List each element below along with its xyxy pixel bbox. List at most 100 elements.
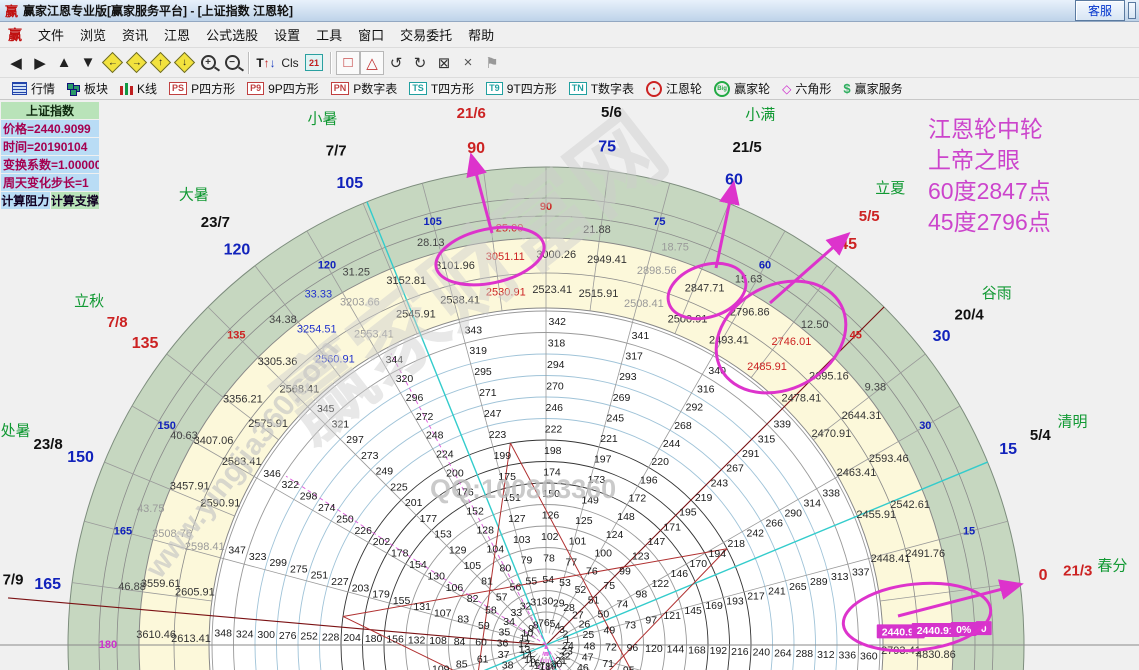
up-icon[interactable]: ▲ [52,51,76,75]
step-down-icon[interactable]: ↓ [172,51,196,75]
ribbon-item-9t-square[interactable]: T99T四方形 [480,80,563,97]
button-计算阻力[interactable]: 计算阻力 [1,192,50,209]
ribbon-item-t-table[interactable]: TNT数字表 [563,80,640,97]
wheel-number: 129 [449,544,467,556]
down-icon[interactable]: ▼ [76,51,100,75]
wheel-number: 103 [513,534,531,546]
rotate-cw-icon[interactable]: ↻ [408,51,432,75]
cls-button[interactable]: Cls [278,51,302,75]
wheel-number: 216 [731,646,749,658]
ribbon-item-hexagon[interactable]: ◇ 六角形 [776,80,837,97]
ribbon-item-quotes[interactable]: 行情 [6,80,61,97]
wheel-number: 84 [454,636,466,648]
gann-wheel-icon: ● [646,81,662,97]
hexagon-label: 六角形 [795,80,831,97]
wheel-number: 337 [852,566,870,578]
rotate-ccw-icon[interactable]: ↺ [384,51,408,75]
percent-label: 18.75 [661,241,689,253]
wheel-number: 97 [645,615,657,627]
menu-窗口[interactable]: 窗口 [350,23,392,46]
outer-price-label: 3610.46 [136,629,176,641]
wheel-number: 178 [391,548,409,560]
back-icon[interactable]: ◀ [4,51,28,75]
panel-row-1: 时间=20190104 [1,138,99,155]
wheel-number: 108 [429,635,447,647]
wheel-number: 36 [497,637,509,649]
flag-tool-icon[interactable]: ⚑ [480,51,504,75]
wheel-number: 251 [311,570,329,582]
outer-price-label: 2491.76 [905,548,945,560]
wheel-number: 80 [500,563,512,575]
menu-资讯[interactable]: 资讯 [114,23,156,46]
wheel-number: 172 [629,493,647,505]
menu-文件[interactable]: 文件 [30,23,72,46]
wheel-number: 322 [282,479,300,491]
panel-row-2: 变换系数=1.00000 [1,156,99,173]
date-label: 20/4 [955,306,985,323]
wheel-number: 73 [624,620,636,632]
ribbon-item-service[interactable]: $赢家服务 [837,80,908,97]
wheel-number: 267 [726,463,744,475]
p-table-icon: PN [331,82,350,95]
inner-degree-label: 180 [99,639,117,651]
wheel-number: 342 [549,316,567,328]
winner-wheel-icon: Big [714,81,730,97]
wheel-number: 101 [569,536,587,548]
wheel-number: 121 [663,610,681,622]
ribbon-item-p-table[interactable]: PNP数字表 [325,80,404,97]
kline-label: K线 [137,80,157,97]
wheel-number: 293 [619,371,637,383]
menu-工具[interactable]: 工具 [308,23,350,46]
wheel-number: 247 [484,408,502,420]
ribbon-item-winner-wheel[interactable]: Big赢家轮 [708,80,776,97]
menu-公式选股[interactable]: 公式选股 [198,23,266,46]
inner-price-label: 2485.91 [747,361,787,373]
t-updown-icon[interactable]: T↑↓ [254,51,278,75]
menu-浏览[interactable]: 浏览 [72,23,114,46]
inner-price-label: 2508.41 [624,298,664,310]
outer-degree-label: 150 [67,449,94,466]
customer-service-button[interactable]: 客服 [1075,0,1125,21]
ribbon-item-9p-square[interactable]: P99P四方形 [241,80,325,97]
zoom-out-icon[interactable]: − [220,51,244,75]
outer-degree-label: 0 [1039,567,1048,584]
calendar-icon[interactable]: 21 [302,51,326,75]
annotation-line: 60度2847点 [928,176,1051,207]
hexagon-icon: ◇ [782,82,791,96]
button-计算支撑[interactable]: 计算支撑 [51,192,100,209]
step-up-icon[interactable]: ↑ [148,51,172,75]
step-left-icon[interactable]: ← [100,51,124,75]
outer-price-label: 2949.41 [587,254,627,266]
zoom-in-icon[interactable]: + [196,51,220,75]
solar-term-label: 处暑 [1,423,31,440]
kline-icon [120,83,133,95]
ribbon-item-sectors[interactable]: 板块 [61,80,114,97]
wheel-number: 339 [773,419,791,431]
crossbox-tool-icon[interactable]: ⊠ [432,51,456,75]
ribbon-item-t-square[interactable]: TST四方形 [403,80,480,97]
wheel-number: 31 [530,597,542,609]
wheel-number: 132 [408,634,426,646]
triangle-tool-icon[interactable]: △ [360,51,384,75]
step-right-icon[interactable]: → [124,51,148,75]
wheel-number: 48 [584,641,596,653]
p-table-label: P数字表 [353,80,397,97]
ribbon-item-gann-wheel[interactable]: ●江恩轮 [640,80,708,97]
square-tool-icon[interactable]: □ [336,51,360,75]
percent-label: 34.38 [269,314,297,326]
outer-price-label: 3356.21 [223,394,263,406]
ribbon-item-kline[interactable]: K线 [114,80,163,97]
wheel-number: 99 [619,565,631,577]
menu-设置[interactable]: 设置 [266,23,308,46]
menu-交易委托[interactable]: 交易委托 [392,23,460,46]
menu-江恩[interactable]: 江恩 [156,23,198,46]
forward-icon[interactable]: ▶ [28,51,52,75]
9p-square-icon: P9 [247,82,264,95]
clipped-button[interactable] [1128,2,1136,19]
wheel-number: 79 [521,555,533,567]
ribbon-item-p-square[interactable]: PSP四方形 [163,80,241,97]
wheel-number: 4 [555,620,561,632]
menu-帮助[interactable]: 帮助 [460,23,502,46]
wheel-number: 319 [469,345,487,357]
resize-tool-icon[interactable]: × [456,51,480,75]
